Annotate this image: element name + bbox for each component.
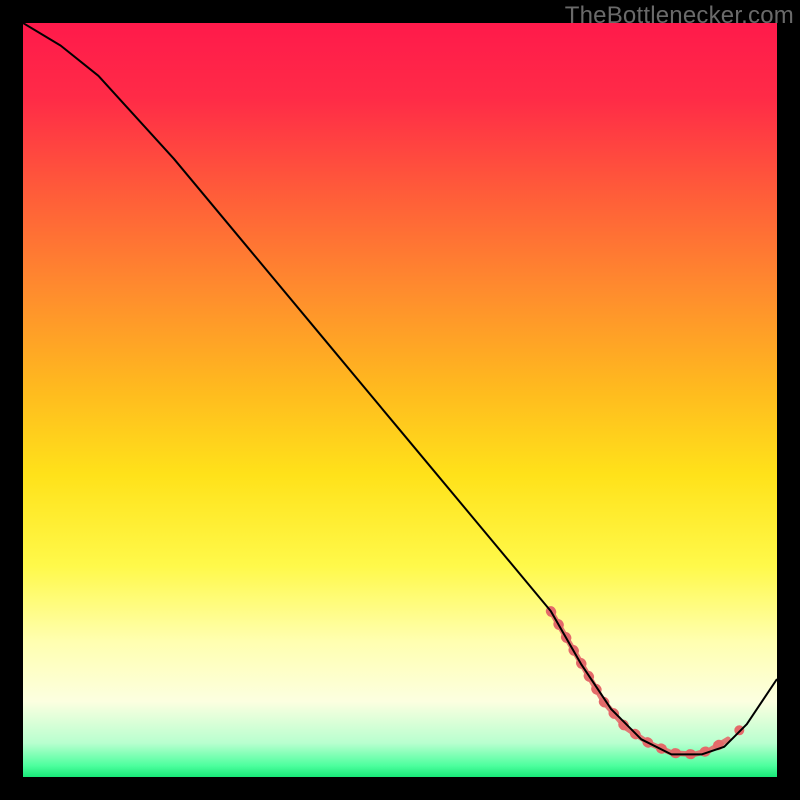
watermark-text: TheBottlenecker.com: [565, 2, 794, 30]
gradient-background: [23, 23, 777, 777]
chart-frame: [23, 23, 777, 777]
bottleneck-chart: [23, 23, 777, 777]
